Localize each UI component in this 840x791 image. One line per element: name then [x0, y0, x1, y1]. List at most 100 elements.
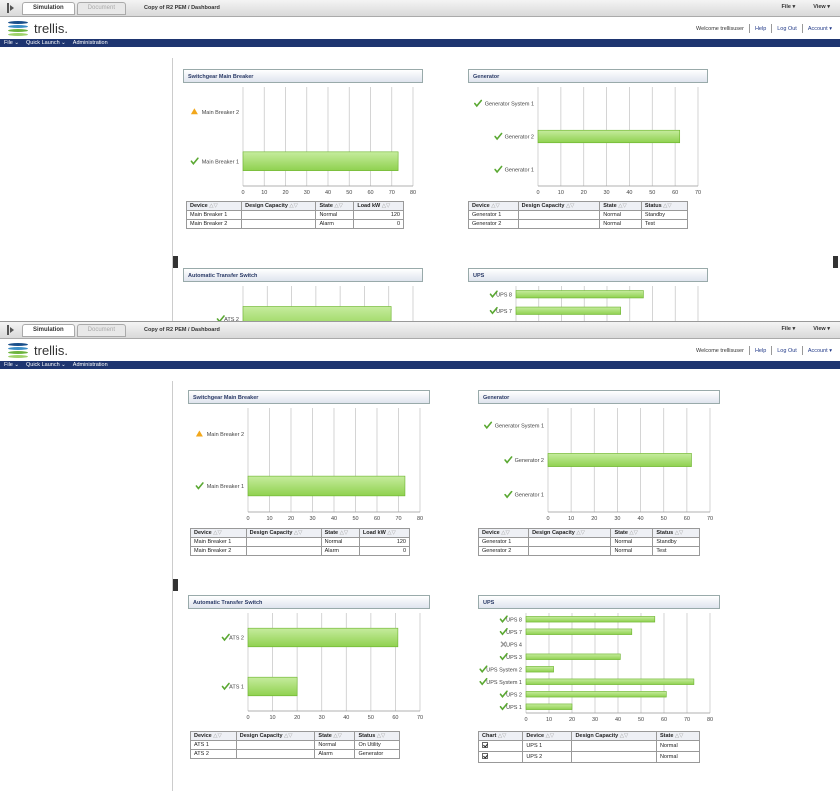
check-icon	[474, 99, 483, 108]
sort-arrows-icon[interactable]: △▽	[673, 733, 683, 739]
play-icon[interactable]	[4, 324, 16, 336]
column-header[interactable]: State △▽	[599, 201, 642, 211]
table-ats: Device △▽ Design Capacity △▽ State △▽ Statu…	[190, 731, 400, 759]
sort-arrows-icon[interactable]: △▽	[292, 530, 302, 536]
sort-arrows-icon[interactable]: △▽	[662, 203, 671, 209]
menu-administration[interactable]: Administration	[73, 40, 108, 46]
view-menu[interactable]: View ▾	[813, 326, 830, 332]
column-header[interactable]: Device △▽	[477, 528, 530, 538]
table-row[interactable]: Main Breaker 2 Alarm 0	[190, 546, 411, 556]
sort-arrows-icon[interactable]: △▽	[673, 530, 683, 536]
column-header[interactable]: State △▽	[655, 731, 701, 741]
column-header[interactable]: Design Capacity △▽	[528, 528, 612, 538]
menu-quick-launch[interactable]: Quick Launch ⌄	[26, 40, 66, 46]
table-row[interactable]: Main Breaker 1 Normal 120	[185, 210, 404, 220]
account-menu[interactable]: Account ▾	[808, 348, 832, 354]
x-tick-label: 0	[246, 715, 249, 721]
sort-arrows-icon[interactable]: △▽	[544, 733, 554, 739]
sort-arrows-icon[interactable]: △▽	[617, 203, 626, 209]
table-row[interactable]: UPS 1 Normal	[477, 740, 701, 752]
tab-simulation[interactable]: Simulation	[22, 323, 75, 337]
logout-link[interactable]: Log Out	[777, 26, 797, 32]
column-header[interactable]: State △▽	[320, 528, 360, 538]
help-link[interactable]: Help	[755, 348, 766, 354]
category-label: UPS 7	[506, 630, 522, 636]
account-menu[interactable]: Account ▾	[808, 26, 832, 32]
tab-simulation[interactable]: Simulation	[22, 1, 75, 15]
category-label: UPS 7	[496, 309, 512, 315]
menu-quick-launch[interactable]: Quick Launch ⌄	[26, 362, 66, 368]
column-header[interactable]: Device △▽	[522, 731, 573, 741]
table-row[interactable]: Generator 1 Normal Standby	[477, 537, 700, 547]
sort-arrows-icon[interactable]: △▽	[338, 530, 348, 536]
table-row[interactable]: ATS 1 Normal On Utility	[190, 740, 400, 750]
sort-arrows-icon[interactable]: △▽	[386, 530, 395, 536]
column-header[interactable]: Design Capacity △▽	[571, 731, 657, 741]
logout-link[interactable]: Log Out	[777, 348, 797, 354]
sort-arrows-icon[interactable]: △▽	[375, 733, 385, 739]
sort-arrows-icon[interactable]: △▽	[564, 203, 574, 209]
table-cell	[245, 546, 322, 556]
column-header[interactable]: Status △▽	[652, 528, 700, 538]
table-row[interactable]: Main Breaker 1 Normal 120	[190, 537, 411, 547]
table-row[interactable]: ATS 2 Alarm Generator	[190, 749, 400, 759]
sort-arrows-icon[interactable]: △▽	[490, 203, 499, 209]
column-header[interactable]: Device △▽	[190, 528, 247, 538]
chart-svg: 010203040506070ATS 2ATS 1	[216, 286, 414, 321]
column-header[interactable]: Chart △▽	[477, 731, 524, 741]
sort-arrows-icon[interactable]: △▽	[333, 203, 342, 209]
sidebar-collapse-handle[interactable]	[173, 579, 178, 591]
column-header[interactable]: Status △▽	[354, 731, 400, 741]
table-row[interactable]: Generator 1 Normal Standby	[468, 210, 689, 220]
chart-checkbox[interactable]	[482, 742, 488, 748]
sort-arrows-icon[interactable]: △▽	[283, 733, 292, 739]
table-row[interactable]: Generator 2 Normal Test	[477, 546, 700, 556]
file-menu[interactable]: File ▾	[782, 326, 796, 332]
sort-arrows-icon[interactable]: △▽	[332, 733, 341, 739]
column-header-label: Design Capacity	[575, 733, 619, 739]
sort-arrows-icon[interactable]: △▽	[496, 733, 506, 739]
sort-arrows-icon[interactable]: △▽	[380, 203, 390, 209]
help-link[interactable]: Help	[755, 26, 766, 32]
column-header[interactable]: Design Capacity △▽	[235, 731, 316, 741]
column-header[interactable]: Device △▽	[468, 201, 519, 211]
file-menu[interactable]: File ▾	[782, 4, 796, 10]
column-header[interactable]: Load kW △▽	[358, 528, 411, 538]
sidebar-collapse-handle[interactable]	[173, 256, 178, 268]
tab-document[interactable]: Document	[76, 323, 127, 337]
sort-arrows-icon[interactable]: △▽	[618, 733, 628, 739]
tab-document[interactable]: Document	[76, 1, 127, 15]
panel-title: Generator	[478, 390, 720, 404]
table-row[interactable]: Main Breaker 2 Alarm 0	[185, 219, 404, 229]
column-header[interactable]: State △▽	[610, 528, 654, 538]
trellis-logo-icon	[8, 20, 28, 36]
chart-checkbox[interactable]	[482, 753, 488, 759]
sort-arrows-icon[interactable]: △▽	[500, 530, 509, 536]
table-row[interactable]: UPS 2 Normal	[477, 751, 701, 763]
sort-arrows-icon[interactable]: △▽	[575, 530, 584, 536]
sort-arrows-icon[interactable]: △▽	[288, 203, 297, 209]
column-header[interactable]: Design Capacity △▽	[245, 528, 322, 538]
column-header[interactable]: Device △▽	[185, 201, 243, 211]
column-header[interactable]: Design Capacity △▽	[241, 201, 317, 211]
column-header[interactable]: Load kW △▽	[353, 201, 404, 211]
sort-arrows-icon[interactable]: △▽	[208, 203, 217, 209]
right-panel-handle[interactable]	[833, 256, 838, 268]
sort-arrows-icon[interactable]: △▽	[628, 530, 637, 536]
play-icon[interactable]	[4, 2, 16, 14]
menu-file[interactable]: File ⌄	[4, 362, 19, 368]
column-header[interactable]: Design Capacity △▽	[517, 201, 601, 211]
table-row[interactable]: Generator 2 Normal Test	[468, 219, 689, 229]
column-header[interactable]: Device △▽	[190, 731, 237, 741]
column-header[interactable]: Status △▽	[640, 201, 689, 211]
main-menubar: File ⌄ Quick Launch ⌄ Administration	[0, 39, 840, 47]
column-header[interactable]: State △▽	[314, 731, 356, 741]
view-menu[interactable]: View ▾	[813, 4, 830, 10]
x-tick-label: 0	[536, 190, 539, 196]
menu-administration[interactable]: Administration	[73, 362, 108, 368]
menu-file[interactable]: File ⌄	[4, 40, 19, 46]
x-tick-label: 0	[246, 516, 249, 522]
sort-arrows-icon[interactable]: △▽	[212, 530, 221, 536]
sort-arrows-icon[interactable]: △▽	[212, 733, 221, 739]
column-header[interactable]: State △▽	[315, 201, 355, 211]
